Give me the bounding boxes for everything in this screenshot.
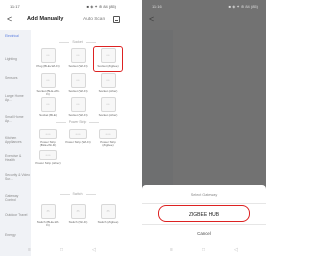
power-strip-icon: • • • (69, 129, 87, 139)
device-label: Socket (Wi-Fi) (68, 112, 88, 117)
cancel-button[interactable]: Cancel (142, 231, 266, 236)
device-tile[interactable]: • • Socket (Wi-Fi) (65, 48, 91, 68)
device-label: Socket (other) (98, 88, 118, 93)
divider (142, 203, 266, 204)
switch-icon: ▭ (70, 204, 86, 219)
socket-icon: • • (40, 73, 56, 88)
device-label: Socket (Wi-Fi) (68, 88, 88, 93)
socket-icon: • • (70, 73, 86, 88)
menu-nav-icon[interactable]: ≡ (28, 247, 31, 253)
power-strip-icon: • • • (39, 150, 57, 160)
device-tile[interactable]: • • Socket (BLE) (35, 97, 61, 117)
socket-icon: • • (100, 97, 116, 112)
back-icon[interactable]: < (7, 14, 12, 24)
sidebar-item-kitchen-appliances[interactable]: Kitchen Appliances (5, 136, 30, 144)
phone-screen-add-manually: 11:17 ■ ◈ ✦ ⊛ 84 (85) < Add Manually Aut… (0, 0, 124, 256)
section-header-power-strip: Power Strip (31, 120, 124, 124)
device-tile[interactable]: • • • Power Strip (Zigbee) (95, 129, 121, 148)
device-label: Socket (other) (98, 112, 118, 117)
header: < Add Manually Auto Scan (0, 11, 124, 29)
socket-icon: • • (70, 97, 86, 112)
device-label: Switch (Wi-Fi) (68, 219, 88, 224)
divider (142, 224, 266, 225)
device-tile[interactable]: • • Socket (other) (95, 73, 121, 93)
device-tile[interactable]: ▭ Switch (Wi-Fi) (65, 204, 91, 224)
sidebar-item-gateway-control[interactable]: Gateway Control (5, 194, 30, 202)
device-tile[interactable]: • • • Power Strip (BLE+Wi-Fi) (35, 129, 61, 148)
status-icons: ■ ◈ ✦ ⊛ 84 (85) (228, 4, 258, 9)
device-grid: Socket • • Plug (BLE+Wi-Fi) • • Socket (… (31, 30, 124, 256)
socket-icon: • • (70, 48, 86, 63)
system-nav-bar: ≡ □ ◁ (142, 246, 266, 256)
power-strip-icon: • • • (99, 129, 117, 139)
status-time: 11:17 (10, 4, 20, 9)
device-tile[interactable]: • • Socket (Wi-Fi) (65, 73, 91, 93)
device-label: Socket (BLE) (39, 112, 57, 117)
status-time: 11:16 (152, 4, 162, 9)
sidebar-item-electrical[interactable]: Electrical (5, 34, 30, 38)
sidebar-item-sensors[interactable]: Sensors (5, 76, 30, 80)
socket-icon: • • (40, 97, 56, 112)
selection-highlight (93, 46, 123, 72)
device-tile[interactable]: ▭ Switch (Zigbee) (95, 204, 121, 224)
device-tile[interactable]: • • Plug (BLE+Wi-Fi) (35, 48, 61, 68)
back-nav-icon[interactable]: ◁ (92, 247, 96, 253)
system-nav-bar: ≡ □ ◁ (0, 246, 124, 256)
sidebar-item-exercise-health[interactable]: Exercise & Health (5, 154, 30, 162)
back-nav-icon[interactable]: ◁ (234, 247, 238, 253)
device-tile[interactable]: • • • Power Strip (Wi-Fi) (65, 129, 91, 144)
sidebar-item-outdoor-travel[interactable]: Outdoor Travel (5, 213, 30, 217)
socket-icon: • • (40, 48, 56, 63)
sidebar-item-small-home-appliances[interactable]: Small Home Ap... (5, 115, 30, 123)
home-nav-icon[interactable]: □ (60, 247, 63, 253)
device-label: Power Strip (BLE+Wi-Fi) (39, 139, 57, 148)
selection-highlight (158, 205, 250, 222)
sidebar-item-energy[interactable]: Energy (5, 233, 30, 237)
status-bar: 11:17 ■ ◈ ✦ ⊛ 84 (85) (0, 0, 124, 11)
device-label: Socket (BLE+Wi-Fi) (36, 88, 60, 97)
device-label: Power Strip (Zigbee) (100, 139, 116, 148)
device-tile[interactable]: • • Socket (other) (95, 97, 121, 117)
power-strip-icon: • • • (39, 129, 57, 139)
page-title: Add Manually (27, 16, 64, 22)
home-nav-icon[interactable]: □ (202, 247, 205, 253)
device-label: Socket (Wi-Fi) (68, 63, 88, 68)
device-label: Power Strip (other) (35, 160, 61, 165)
device-label: Switch (Zigbee) (97, 219, 119, 224)
scan-icon[interactable] (113, 16, 120, 23)
section-header-socket: Socket (31, 40, 124, 44)
device-tile[interactable]: • • Socket (BLE+Wi-Fi) (35, 73, 61, 97)
auto-scan-tab[interactable]: Auto Scan (83, 17, 105, 22)
device-label: Power Strip (Wi-Fi) (65, 139, 91, 144)
sidebar-item-large-home-appliances[interactable]: Large Home Ap... (5, 94, 30, 102)
device-tile[interactable]: ▭ Switch (BLE+Wi-Fi) (35, 204, 61, 228)
switch-icon: ▭ (40, 204, 56, 219)
device-tile[interactable]: • • Socket (Wi-Fi) (65, 97, 91, 117)
sheet-title: Select Gateway (190, 193, 218, 197)
status-icons: ■ ◈ ✦ ⊛ 84 (85) (86, 4, 116, 9)
device-label: Plug (BLE+Wi-Fi) (36, 63, 60, 68)
sidebar-item-security-video[interactable]: Security & Video Sur... (5, 173, 30, 181)
status-bar: 11:16 ■ ◈ ✦ ⊛ 84 (85) (142, 0, 266, 11)
sidebar-item-lighting[interactable]: Lighting (5, 57, 30, 61)
socket-icon: • • (100, 73, 116, 88)
menu-nav-icon[interactable]: ≡ (170, 247, 173, 253)
gateway-bottom-sheet: Select Gateway ZIGBEE HUB Cancel ≡ □ ◁ (142, 185, 266, 256)
category-sidebar: Electrical Lighting Sensors Large Home A… (0, 30, 31, 256)
switch-icon: ▭ (100, 204, 116, 219)
device-label: Switch (BLE+Wi-Fi) (36, 219, 60, 228)
phone-screen-select-gateway: 11:16 ■ ◈ ✦ ⊛ 84 (85) < Select Gateway Z… (142, 0, 266, 256)
section-header-switch: Switch (31, 192, 124, 196)
device-tile[interactable]: • • • Power Strip (other) (35, 150, 61, 165)
